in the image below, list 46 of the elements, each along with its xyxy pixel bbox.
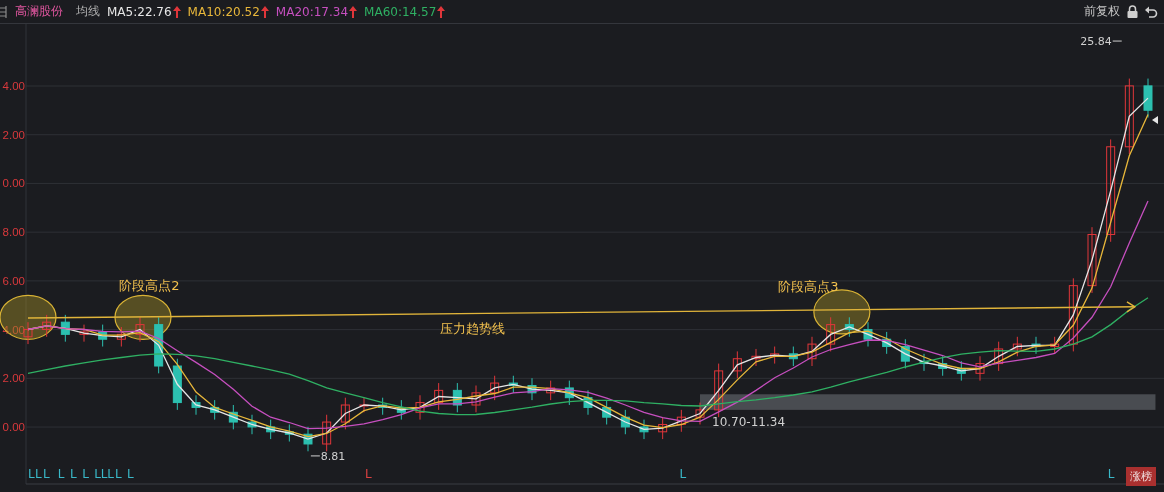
signal-marker: L	[107, 467, 114, 481]
adjustment-label[interactable]: 前复权	[1084, 3, 1120, 20]
moving-average-value: MA60:14.57	[364, 4, 437, 19]
signal-marker: L	[115, 467, 122, 481]
axis-label: 6.00	[2, 274, 25, 287]
low-price-label: 8.81	[320, 449, 346, 463]
annotation-label: 阶段高点3	[778, 278, 839, 294]
signal-marker: L	[70, 467, 77, 481]
signal-marker: L	[82, 467, 89, 481]
leader-line	[1112, 40, 1123, 42]
lock-icon[interactable]	[1127, 5, 1138, 18]
annotation-label: 压力趋势线	[439, 321, 505, 336]
signal-marker: L	[126, 467, 134, 481]
up-arrow-icon	[172, 5, 181, 18]
axis-label: 8.00	[2, 226, 25, 239]
axis-label: 2.00	[2, 372, 25, 385]
gainers-badge[interactable]: 涨榜	[1126, 467, 1156, 486]
signal-marker: L	[1107, 467, 1115, 481]
axis-label: 0.00	[2, 177, 25, 190]
signal-marker: L	[57, 467, 65, 481]
moving-average-value: MA10:20.52	[187, 4, 260, 19]
band-label: 10.70-11.34	[712, 414, 786, 429]
highlight-ellipse	[114, 294, 172, 340]
signal-marker: L	[42, 467, 50, 481]
annotation-label: 阶段高点2	[119, 277, 180, 293]
axis-label: 2.00	[2, 128, 25, 141]
signal-marker: L	[34, 467, 42, 481]
signal-marker: L	[94, 467, 101, 481]
signal-marker: L	[679, 467, 687, 481]
moving-average-value: MA5:22.76	[107, 4, 172, 19]
undo-icon[interactable]	[1145, 5, 1158, 18]
up-arrow-icon	[260, 5, 269, 18]
moving-average-value: MA20:17.34	[275, 4, 349, 19]
toolbar-icon[interactable]	[0, 5, 8, 18]
signal-marker: L	[100, 467, 108, 481]
up-arrow-icon	[349, 5, 358, 18]
signal-marker: L	[364, 467, 372, 481]
leader-line	[310, 455, 321, 457]
axis-label: 4.00	[2, 80, 25, 92]
up-arrow-icon	[437, 5, 446, 18]
high-price-label: 25.84	[1080, 35, 1112, 49]
indicator-label[interactable]: 均线	[76, 3, 100, 20]
axis-label: 0.00	[2, 421, 25, 434]
signal-marker: L	[28, 467, 35, 481]
price-pointer-icon	[1152, 116, 1158, 124]
stock-name[interactable]: 高澜股份	[15, 3, 63, 20]
